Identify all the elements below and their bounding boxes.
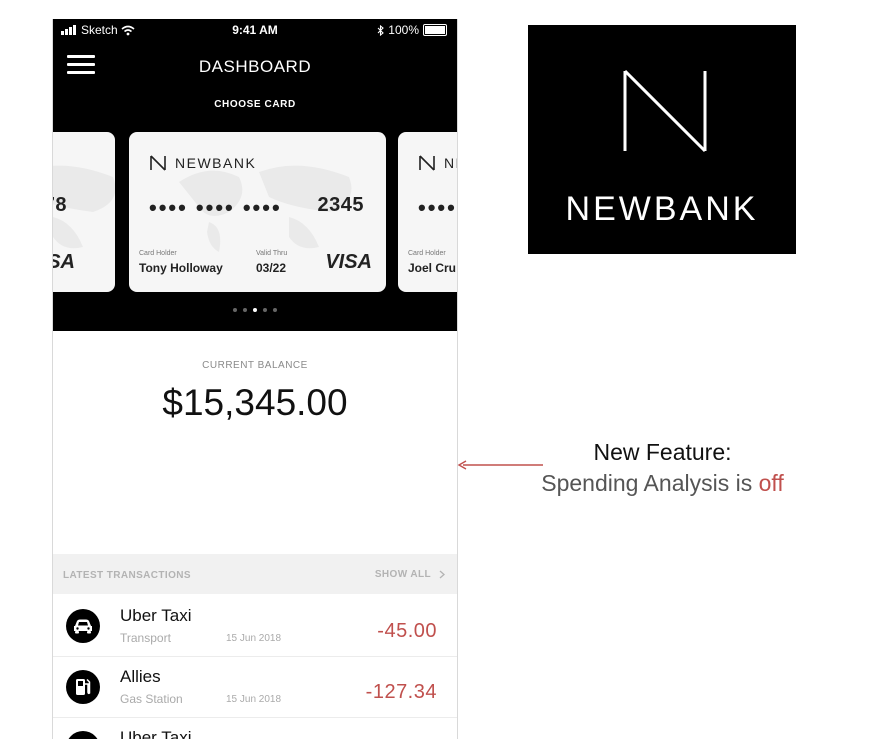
transaction-category: Transport [120, 631, 171, 645]
valid-thru-label: Valid Thru [256, 250, 288, 257]
latest-transactions-label: LATEST TRANSACTIONS [63, 570, 191, 581]
newbank-logo-icon [150, 155, 166, 171]
battery-icon [423, 24, 447, 36]
car-icon [66, 731, 100, 739]
annotation-title: New Feature: [593, 439, 732, 465]
choose-card-label: CHOOSE CARD [214, 99, 296, 110]
pager-dot[interactable] [243, 308, 247, 312]
dashboard-header: Sketch 9:41 AM 100% DASHBOARD CHOOSE CAR… [53, 19, 457, 331]
phone-screen: Sketch 9:41 AM 100% DASHBOARD CHOOSE CAR… [52, 19, 458, 739]
pager-dot[interactable] [273, 308, 277, 312]
card-brand: NE [444, 155, 457, 171]
feature-annotation: New Feature: Spending Analysis is off [500, 437, 825, 499]
transaction-name: Uber Taxi [120, 728, 192, 739]
transaction-date: 15 Jun 2018 [226, 633, 282, 644]
status-bar: Sketch 9:41 AM 100% [53, 23, 457, 39]
newbank-logo-icon [419, 155, 435, 171]
transaction-amount: -127.34 [365, 681, 437, 703]
battery-percent: 100% [388, 23, 419, 37]
annotation-prefix: Spending Analysis is [541, 470, 759, 496]
show-all-link[interactable]: SHOW ALL [375, 569, 445, 580]
card-masked-digits: •••• [418, 195, 457, 220]
card-holder-label: Card Holder [408, 250, 446, 257]
newbank-logo-mark-icon [623, 69, 707, 153]
pager-dot[interactable] [233, 308, 237, 312]
card-brand: NEWBANK [175, 155, 257, 171]
annotation-text: Spending Analysis is off [500, 468, 825, 499]
card-holder-name: Joel Cru [408, 261, 457, 275]
pager-dot-active[interactable] [253, 308, 257, 312]
visa-logo: VISA [53, 251, 75, 273]
card-last4: 0578 [53, 194, 67, 216]
transaction-amount: -45.00 [377, 620, 437, 642]
transaction-name: Uber Taxi [120, 606, 192, 625]
transaction-category: Gas Station [120, 692, 183, 706]
page-title: DASHBOARD [198, 57, 312, 76]
current-balance-label: CURRENT BALANCE [202, 360, 308, 371]
transaction-row[interactable]: Uber Taxi [53, 718, 457, 739]
transaction-row[interactable]: Allies Gas Station 15 Jun 2018 -127.34 [53, 657, 457, 718]
card-next[interactable]: NE •••• Card Holder Joel Cru [398, 132, 457, 292]
transaction-name: Allies [120, 667, 161, 686]
card-pager[interactable] [53, 308, 457, 312]
card-masked-digits: •••• •••• •••• [149, 195, 282, 220]
transaction-row[interactable]: Uber Taxi Transport 15 Jun 2018 -45.00 [53, 596, 457, 657]
bluetooth-icon [377, 24, 385, 36]
newbank-logo-text: NEWBANK [565, 190, 759, 228]
visa-logo: VISA [325, 251, 372, 273]
card-previous[interactable]: 0578 VISA [53, 132, 115, 292]
gas-station-icon [66, 670, 100, 704]
pager-dot[interactable] [263, 308, 267, 312]
transaction-date: 15 Jun 2018 [226, 694, 282, 705]
chevron-right-icon [439, 570, 445, 579]
valid-thru-value: 03/22 [256, 261, 287, 275]
transactions-header: LATEST TRANSACTIONS SHOW ALL [53, 554, 457, 594]
show-all-label: SHOW ALL [374, 569, 431, 580]
car-icon [66, 609, 100, 643]
card-selected[interactable]: NEWBANK •••• •••• •••• 2345 Card Holder … [129, 132, 386, 292]
card-holder-name: Tony Holloway [139, 261, 223, 275]
annotation-status: off [758, 470, 784, 496]
newbank-logo: NEWBANK [528, 25, 796, 254]
card-last4: 2345 [317, 194, 364, 216]
card-holder-label: Card Holder [139, 250, 177, 257]
current-balance-amount: $15,345.00 [162, 382, 348, 423]
